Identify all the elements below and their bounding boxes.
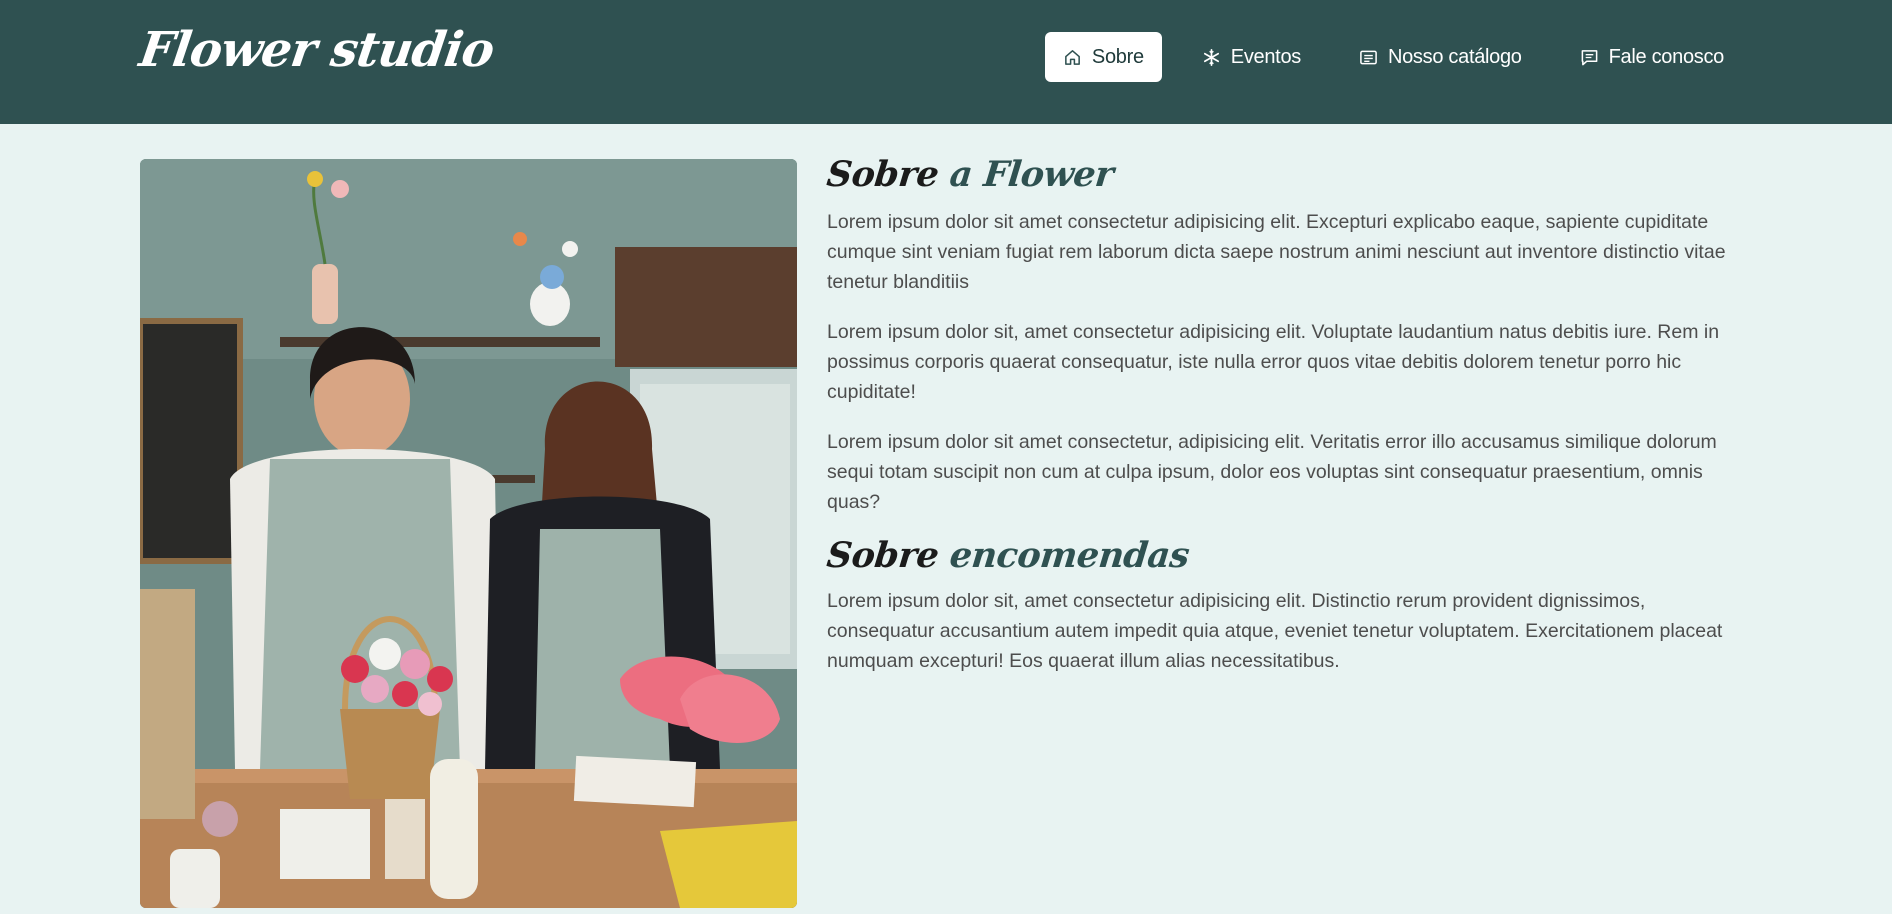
orders-title-accent: encomendas (947, 535, 1192, 576)
main-content: Sobre a Flower Lorem ipsum dolor sit ame… (825, 154, 1749, 696)
about-paragraph-1: Lorem ipsum dolor sit amet consectetur a… (827, 211, 1726, 293)
catalog-icon (1359, 48, 1378, 67)
nav-item-label: Sobre (1091, 45, 1144, 68)
chat-icon (1580, 48, 1599, 67)
about-paragraph-2: Lorem ipsum dolor sit, amet consectetur … (827, 321, 1720, 403)
nav-item-label: Eventos (1230, 45, 1301, 68)
nav-item-catalogo[interactable]: Nosso catálogo (1341, 32, 1540, 82)
florists-photo (140, 159, 797, 908)
nav-item-sobre[interactable]: Sobre (1044, 32, 1162, 82)
brand-logo[interactable]: Flower studio (136, 22, 497, 78)
home-icon (1063, 48, 1082, 67)
orders-paragraph-1: Lorem ipsum dolor sit, amet consectetur … (827, 590, 1723, 672)
orders-title-plain: Sobre (824, 535, 941, 576)
about-title: Sobre a Flower (825, 154, 1749, 195)
about-title-accent: a Flower (947, 154, 1116, 195)
site-header: Flower studio Sobre Eventos Nosso catálo… (0, 0, 1892, 124)
main-nav: Sobre Eventos Nosso catálogo Fale conosc… (1044, 32, 1742, 82)
orders-title: Sobre encomendas (825, 535, 1749, 576)
snowflake-icon (1202, 48, 1221, 67)
nav-item-label: Nosso catálogo (1387, 45, 1522, 68)
about-title-plain: Sobre (824, 154, 941, 195)
nav-item-fale-conosco[interactable]: Fale conosco (1562, 32, 1742, 82)
nav-item-label: Fale conosco (1608, 45, 1725, 68)
nav-item-eventos[interactable]: Eventos (1184, 32, 1319, 82)
about-paragraph-3: Lorem ipsum dolor sit amet consectetur, … (827, 431, 1717, 513)
